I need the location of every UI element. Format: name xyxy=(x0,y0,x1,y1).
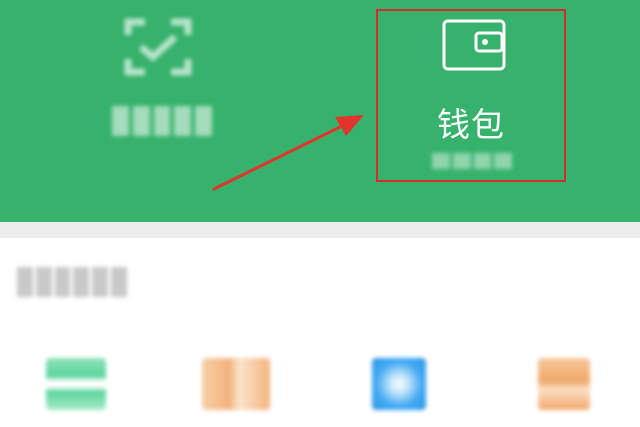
shortcut-item-4[interactable] xyxy=(538,358,590,410)
section-divider xyxy=(0,222,640,238)
shortcut-item-3[interactable] xyxy=(372,358,426,410)
shortcut-item-2[interactable] xyxy=(202,358,270,410)
shortcut-item-1[interactable] xyxy=(46,358,106,410)
annotation-arrow xyxy=(212,115,364,191)
section-title xyxy=(17,267,127,297)
